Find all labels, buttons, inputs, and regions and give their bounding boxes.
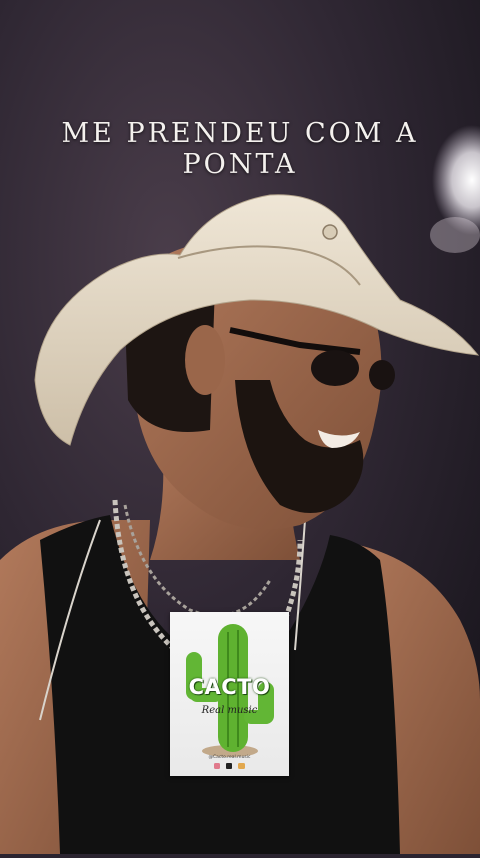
logo-wordmark: CACTO [188, 675, 271, 699]
social-icons [214, 763, 245, 769]
youtube-icon [238, 763, 245, 769]
cacto-logo-card: CACTO Real music @Cacto.real.music [170, 612, 289, 776]
logo-handle: @Cacto.real.music [208, 755, 251, 760]
logo-subtitle: Real music [201, 705, 258, 716]
tiktok-icon [226, 763, 232, 769]
instagram-icon [214, 763, 220, 769]
lyric-caption: ME PRENDEU COM A PONTA [61, 118, 419, 180]
video-frame: ME PRENDEU COM A PONTA CACTO Real music … [0, 0, 480, 854]
